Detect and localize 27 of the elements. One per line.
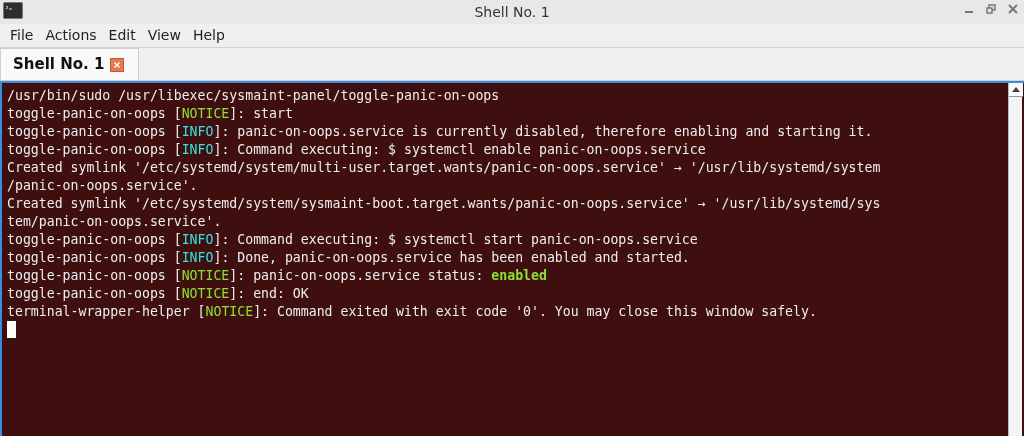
terminal-line: toggle-panic-on-oops [INFO]: Command executing: $ systemctl enable panic-on-oops.service bbox=[7, 141, 707, 159]
close-tab-icon[interactable] bbox=[110, 57, 125, 72]
menu-item[interactable]: Actions bbox=[39, 25, 103, 46]
menu-item[interactable]: File bbox=[4, 25, 40, 46]
restore-icon[interactable] bbox=[986, 4, 996, 14]
scroll-up-icon[interactable] bbox=[1012, 87, 1020, 92]
terminal-line: toggle-panic-on-oops [INFO]: Command executing: $ systemctl start panic-on-oops.service bbox=[7, 231, 699, 249]
terminal-line: /usr/bin/sudo /usr/libexec/sysmaint-panel/toggle-panic-on-oops bbox=[7, 87, 501, 105]
terminal-icon bbox=[3, 2, 23, 20]
terminal-line: toggle-panic-on-oops [INFO]: Done, panic-on-oops.service has been enabled and started. bbox=[7, 249, 691, 267]
tab[interactable]: Shell No. 1 bbox=[0, 48, 140, 80]
menu-item[interactable]: Edit bbox=[102, 25, 142, 46]
terminal-line: tem/panic-on-oops.service'. bbox=[7, 213, 223, 231]
terminal-line: /panic-on-oops.service'. bbox=[7, 177, 199, 195]
terminal-line: Created symlink '/etc/systemd/system/sysmaint-boot.target.wants/panic-on-oops.service' → '/usr/lib/systemd/sys bbox=[7, 195, 882, 213]
terminal-line: toggle-panic-on-oops [INFO]: panic-on-oops.service is currently disabled, therefore enabling and starting it. bbox=[7, 123, 874, 141]
terminal-line: toggle-panic-on-oops [NOTICE]: end: OK bbox=[7, 285, 310, 303]
menu-item[interactable]: Help bbox=[186, 25, 231, 46]
terminal-line: toggle-panic-on-oops [NOTICE]: start bbox=[7, 105, 294, 123]
terminal-line: terminal-wrapper-helper [NOTICE]: Command exited with exit code '0'. You may close this window safely. bbox=[7, 303, 818, 321]
scrollbar[interactable] bbox=[1008, 83, 1022, 436]
close-icon[interactable] bbox=[1008, 4, 1018, 14]
window-title: Shell No. 1 bbox=[474, 2, 550, 22]
terminal-line: toggle-panic-on-oops [NOTICE]: panic-on-oops.service status: enabled bbox=[7, 267, 548, 285]
terminal-line: Created symlink '/etc/systemd/system/multi-user.target.wants/panic-on-oops.service' → '/usr/lib/systemd/system bbox=[7, 159, 882, 177]
menu-item[interactable]: View bbox=[141, 25, 187, 46]
text-cursor bbox=[7, 321, 16, 338]
